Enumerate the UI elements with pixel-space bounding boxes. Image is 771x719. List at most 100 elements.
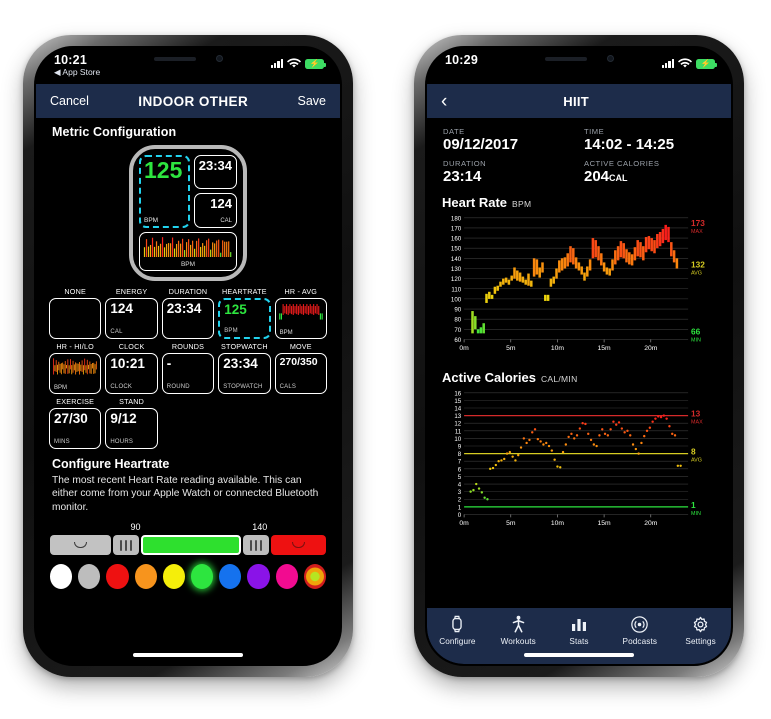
- color-swatch-magenta[interactable]: [275, 564, 298, 590]
- home-indicator[interactable]: [133, 653, 243, 657]
- chart-point: [654, 416, 657, 420]
- color-swatch-orange[interactable]: [134, 564, 157, 590]
- tab-configure[interactable]: Configure: [427, 614, 488, 646]
- right-navbar: ‹ HIIT: [427, 84, 731, 118]
- y-axis-tick: 6: [458, 466, 462, 473]
- cellular-signal-icon: [270, 59, 283, 68]
- metric-option-box[interactable]: 270/350 CALS: [274, 353, 327, 394]
- watch-cell-heartrate[interactable]: 125 BPM: [139, 155, 190, 228]
- color-swatch-multi[interactable]: [303, 564, 327, 590]
- summary-item-date: DATE 09/12/2017: [443, 127, 574, 152]
- metric-option-box[interactable]: 10:21 CLOCK: [105, 353, 158, 394]
- chart-point: [567, 435, 570, 438]
- active-calories-chart[interactable]: 0 1 2 3 4 5 6 7 8 9 10 11 12 13 14 15 16 13 MAX 8 AVG 1 MIN 0m 5…: [439, 387, 719, 540]
- config-title: Configure Heartrate: [52, 457, 170, 471]
- chart-bar: [552, 276, 555, 284]
- watch-cell-hr-sparkline[interactable]: BPM: [139, 231, 237, 271]
- tab-podcasts[interactable]: Podcasts: [609, 614, 670, 646]
- slider-handle-low[interactable]: [112, 535, 139, 556]
- metric-option-box[interactable]: 124 CAL: [105, 298, 158, 339]
- chart-point: [623, 430, 626, 434]
- metric-option-box[interactable]: - ROUND: [161, 353, 215, 394]
- metric-option-box[interactable]: 23:34: [161, 298, 215, 339]
- chart-point: [578, 426, 582, 430]
- hr-avg-thumbnail-chart: [278, 304, 323, 320]
- metric-option-stand[interactable]: STAND 9/12 HOURS: [105, 397, 158, 449]
- heartrate-zone-slider[interactable]: [50, 534, 326, 556]
- screenshot-stage: 10:21 ◀ App Store ⚡ Cancel INDOOR OTHER …: [0, 0, 771, 719]
- y-axis-tick: 5: [458, 473, 462, 480]
- slider-high-zone[interactable]: [270, 535, 326, 556]
- chart-bar: [572, 248, 575, 265]
- color-swatch-red[interactable]: [106, 564, 129, 590]
- chart-bar: [675, 258, 679, 269]
- color-swatch-gray[interactable]: [78, 564, 101, 590]
- metric-option-box[interactable]: BPM: [274, 298, 327, 339]
- bar-chart-icon: [571, 614, 587, 634]
- metric-option-label: HEARTRATE: [222, 287, 267, 296]
- heart-rate-chart[interactable]: 60 70 80 90 100 110 120 130 140 150 160 170 180 173 MA…: [439, 212, 719, 365]
- color-swatch-blue[interactable]: [219, 564, 242, 590]
- metric-option-hr-avg[interactable]: HR - AVG BPM: [274, 287, 327, 339]
- chart-point: [651, 420, 654, 423]
- tab-workouts[interactable]: Workouts: [488, 614, 549, 646]
- metric-option-clock[interactable]: CLOCK 10:21 CLOCK: [105, 342, 158, 394]
- slider-high-mark: 140: [252, 522, 268, 533]
- save-button[interactable]: Save: [297, 94, 326, 108]
- slider-mid-zone[interactable]: [140, 535, 241, 556]
- metric-option-box[interactable]: [49, 298, 102, 339]
- watch-cell-energy[interactable]: 124 CAL: [193, 193, 237, 228]
- chart-bar: [546, 294, 550, 301]
- color-swatch-yellow[interactable]: [162, 564, 186, 590]
- back-button[interactable]: ‹: [441, 92, 447, 111]
- metric-option-box[interactable]: 23:34 STOPWATCH: [218, 353, 271, 394]
- metric-option-rounds[interactable]: ROUNDS - ROUND: [161, 342, 215, 394]
- metric-option-hr-hi-lo[interactable]: HR - HI/LO BPM: [49, 342, 102, 394]
- metric-option-move[interactable]: MOVE 270/350 CALS: [274, 342, 327, 394]
- chart-bar: [499, 281, 502, 287]
- cancel-button[interactable]: Cancel: [50, 94, 89, 108]
- chart-point: [629, 433, 632, 437]
- metric-option-heartrate[interactable]: HEARTRATE 125 BPM: [218, 287, 271, 339]
- x-axis-tick: 20m: [644, 345, 658, 352]
- metric-option-box[interactable]: BPM: [49, 353, 102, 394]
- metric-option-box[interactable]: 125 BPM: [218, 298, 271, 339]
- metric-option-unit: STOPWATCH: [223, 384, 263, 390]
- watch-face-preview[interactable]: 125 BPM 23:34 124 CAL BPM: [129, 145, 247, 281]
- back-to-app-link[interactable]: ◀ App Store: [54, 68, 100, 77]
- wifi-icon: [287, 58, 301, 68]
- chart-annotation-value: 173: [691, 218, 705, 228]
- slider-low-zone[interactable]: [50, 535, 111, 556]
- color-swatch-white[interactable]: [50, 564, 73, 590]
- workout-summary: DATE 09/12/2017 TIME 14:02 - 14:25 DURATION 2…: [439, 118, 719, 190]
- metric-option-duration[interactable]: DURATION 23:34: [161, 287, 215, 339]
- color-swatch-green[interactable]: [191, 564, 214, 590]
- metric-option-none[interactable]: NONE: [49, 287, 102, 339]
- home-indicator-right[interactable]: [524, 653, 634, 657]
- right-phone-device: 10:29 ⚡ ‹ HIIT DATE 09/12/2017 TIME 14:0…: [414, 35, 744, 677]
- tab-stats[interactable]: Stats: [549, 614, 610, 646]
- chart-point: [595, 444, 598, 447]
- chart-point: [676, 464, 680, 467]
- metric-option-box[interactable]: 9/12 HOURS: [105, 408, 158, 449]
- watch-cell-duration[interactable]: 23:34: [193, 155, 237, 190]
- y-axis-tick: 13: [454, 413, 461, 420]
- chart-point: [648, 426, 652, 429]
- chart-annotation-label: MAX: [691, 419, 703, 425]
- metric-option-energy[interactable]: ENERGY 124 CAL: [105, 287, 158, 339]
- battery-charging-icon: ⚡: [305, 58, 326, 69]
- section-title-metric-config: Metric Configuration: [52, 125, 177, 139]
- y-axis-tick: 160: [451, 236, 462, 243]
- y-axis-tick: 15: [454, 397, 461, 404]
- color-swatch-purple[interactable]: [247, 564, 270, 590]
- low-zone-icon: [73, 542, 87, 549]
- metric-option-stopwatch[interactable]: STOPWATCH 23:34 STOPWATCH: [218, 342, 271, 394]
- slider-handle-high[interactable]: [242, 535, 269, 556]
- heart-rate-chart-header: Heart Rate BPM: [439, 190, 719, 212]
- chart-point: [519, 445, 523, 449]
- metric-option-box[interactable]: 27/30 MINS: [49, 408, 102, 449]
- tab-settings[interactable]: Settings: [670, 614, 731, 646]
- front-camera: [215, 55, 223, 62]
- metric-option-exercise[interactable]: EXERCISE 27/30 MINS: [49, 397, 102, 449]
- chart-bar: [577, 262, 581, 271]
